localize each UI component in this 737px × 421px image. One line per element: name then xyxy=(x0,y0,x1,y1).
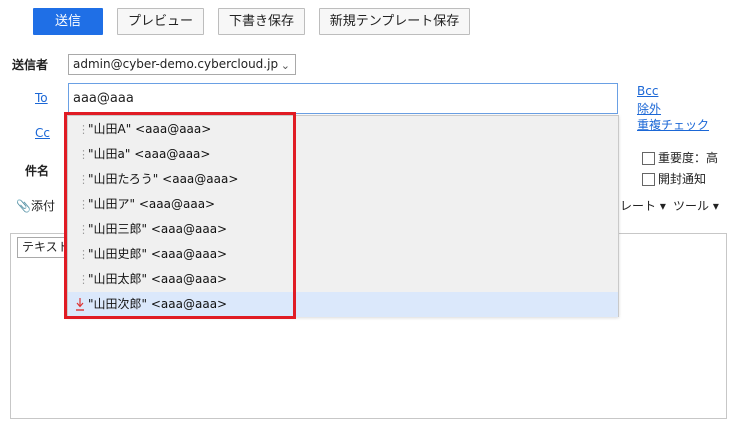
to-input[interactable]: aaa@aaa xyxy=(68,83,618,114)
priority-option[interactable]: 重要度：高 xyxy=(642,151,718,165)
exclude-link[interactable]: 除外 xyxy=(637,100,661,117)
template-menu[interactable]: レート ▾ xyxy=(620,197,666,214)
paperclip-icon: 📎 xyxy=(16,199,31,213)
caret-down-icon: ▾ xyxy=(712,199,719,213)
attach-button[interactable]: 📎添付 xyxy=(16,197,55,214)
read-receipt-label: 開封通知 xyxy=(658,172,707,186)
duplicate-check-link[interactable]: 重複チェック xyxy=(637,116,709,133)
sender-value: admin@cyber-demo.cybercloud.jp xyxy=(73,57,279,71)
attach-label: 添付 xyxy=(30,199,55,213)
sender-select[interactable]: admin@cyber-demo.cybercloud.jp ⌄ xyxy=(68,54,296,75)
tools-menu[interactable]: ツール ▾ xyxy=(673,197,719,214)
cc-link[interactable]: Cc xyxy=(35,126,50,140)
to-link[interactable]: To xyxy=(35,91,48,105)
bcc-link[interactable]: Bcc xyxy=(637,84,658,98)
read-receipt-checkbox[interactable] xyxy=(642,173,655,186)
subject-label: 件名 xyxy=(25,164,50,178)
tools-menu-label: ツール xyxy=(673,199,710,213)
template-menu-label: レート xyxy=(620,199,657,213)
highlight-box xyxy=(64,112,296,319)
sender-label: 送信者 xyxy=(12,58,49,72)
save-draft-button[interactable]: 下書き保存 xyxy=(218,8,305,35)
priority-label: 重要度：高 xyxy=(658,151,719,165)
caret-down-icon: ▾ xyxy=(659,199,666,213)
preview-button[interactable]: プレビュー xyxy=(117,8,204,35)
send-button[interactable]: 送信 xyxy=(33,8,103,35)
chevron-down-icon: ⌄ xyxy=(280,59,290,72)
save-template-button[interactable]: 新規テンプレート保存 xyxy=(319,8,470,35)
read-receipt-option[interactable]: 開封通知 xyxy=(642,172,706,186)
priority-checkbox[interactable] xyxy=(642,152,655,165)
